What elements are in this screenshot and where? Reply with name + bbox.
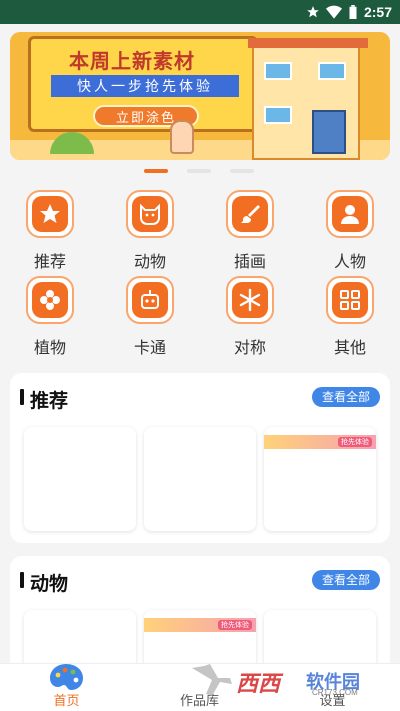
status-bar: 2:57 — [0, 0, 400, 24]
category-people[interactable]: 人物 — [310, 186, 390, 271]
carousel-dot[interactable] — [187, 169, 211, 173]
section-recommend: 推荐 查看全部 抢先体验 — [10, 373, 390, 543]
person-icon — [341, 205, 359, 224]
bush-illustration — [50, 132, 94, 154]
artwork-card[interactable] — [24, 427, 136, 531]
pointing-hand-illustration — [170, 120, 194, 154]
carousel-indicator — [0, 169, 400, 175]
cat-face-icon — [140, 203, 160, 225]
building-illustration — [248, 38, 368, 160]
grid-icon — [340, 290, 360, 310]
category-icon-frame — [326, 190, 374, 238]
category-label: 人物 — [333, 254, 366, 271]
category-icon-bg — [332, 196, 368, 232]
nav-home[interactable]: 首页 — [0, 664, 133, 711]
category-icon-frame — [326, 276, 374, 324]
category-icon-frame — [26, 190, 74, 238]
artwork-card[interactable] — [144, 427, 256, 531]
category-label: 植物 — [33, 340, 66, 357]
section-title-bar — [20, 389, 24, 405]
wifi-icon — [325, 5, 342, 19]
battery-icon — [349, 5, 357, 19]
category-icon-bg — [332, 282, 368, 318]
flower-icon — [40, 290, 60, 310]
ribbon-tag: 抢先体验 — [218, 620, 252, 630]
section-title-bar — [20, 572, 24, 588]
watermark-brand: 西西 — [236, 671, 281, 696]
watermark-url: CR173.COM — [312, 688, 358, 697]
category-label: 卡通 — [133, 340, 166, 357]
section-title: 动物 — [30, 574, 69, 595]
section-title: 推荐 — [30, 391, 69, 412]
view-all-button[interactable]: 查看全部 — [312, 387, 380, 407]
star-icon — [40, 204, 60, 223]
category-icon-bg — [32, 196, 68, 232]
watermark-logo: 西西 软件园 CR173.COM — [188, 660, 384, 700]
building-window — [318, 62, 346, 80]
star-notification-icon — [307, 6, 319, 18]
nav-home-label: 首页 — [53, 693, 80, 708]
building-window — [264, 106, 292, 124]
carousel-dot-active[interactable] — [144, 169, 168, 173]
category-label: 其他 — [333, 340, 366, 357]
view-all-button[interactable]: 查看全部 — [312, 570, 380, 590]
category-icon-frame — [226, 276, 274, 324]
building-door — [312, 110, 346, 154]
watermark-plane-icon — [192, 664, 232, 696]
category-label: 推荐 — [33, 254, 66, 271]
category-grid: 推荐 动物 插画 人物 植物 卡通 对称 其他 — [0, 182, 400, 362]
status-time: 2:57 — [363, 4, 392, 20]
category-other[interactable]: 其他 — [310, 272, 390, 357]
category-label: 动物 — [133, 254, 166, 271]
category-icon-bg — [132, 282, 168, 318]
category-illustration[interactable]: 插画 — [210, 186, 290, 271]
category-cartoon[interactable]: 卡通 — [110, 272, 190, 357]
category-label: 插画 — [233, 254, 266, 271]
asterisk-icon — [239, 288, 261, 312]
artwork-card[interactable]: 抢先体验 — [264, 427, 376, 531]
category-icon-bg — [232, 282, 268, 318]
category-icon-bg — [32, 282, 68, 318]
ribbon-tag: 抢先体验 — [338, 437, 372, 447]
category-icon-bg — [232, 196, 268, 232]
category-plant[interactable]: 植物 — [10, 272, 90, 357]
category-icon-bg — [132, 196, 168, 232]
promo-banner[interactable]: 本周上新素材 快人一步抢先体验 立即涂色 — [10, 32, 390, 160]
category-label: 对称 — [233, 340, 266, 357]
category-icon-frame — [226, 190, 274, 238]
banner-title: 本周上新素材 — [69, 51, 195, 73]
paintbrush-icon — [240, 205, 260, 223]
building-roof — [248, 38, 368, 48]
category-symmetry[interactable]: 对称 — [210, 272, 290, 357]
category-icon-frame — [126, 276, 174, 324]
category-recommend[interactable]: 推荐 — [10, 186, 90, 271]
banner-board: 本周上新素材 快人一步抢先体验 立即涂色 — [28, 36, 258, 132]
category-animal[interactable]: 动物 — [110, 186, 190, 271]
new-ribbon: 抢先体验 — [144, 618, 256, 632]
carousel-dot[interactable] — [230, 169, 254, 173]
category-icon-frame — [126, 190, 174, 238]
robot-icon — [141, 290, 159, 309]
new-ribbon: 抢先体验 — [264, 435, 376, 449]
banner-subtitle: 快人一步抢先体验 — [51, 75, 239, 97]
category-icon-frame — [26, 276, 74, 324]
status-icons: 2:57 — [306, 4, 392, 20]
building-window — [264, 62, 292, 80]
